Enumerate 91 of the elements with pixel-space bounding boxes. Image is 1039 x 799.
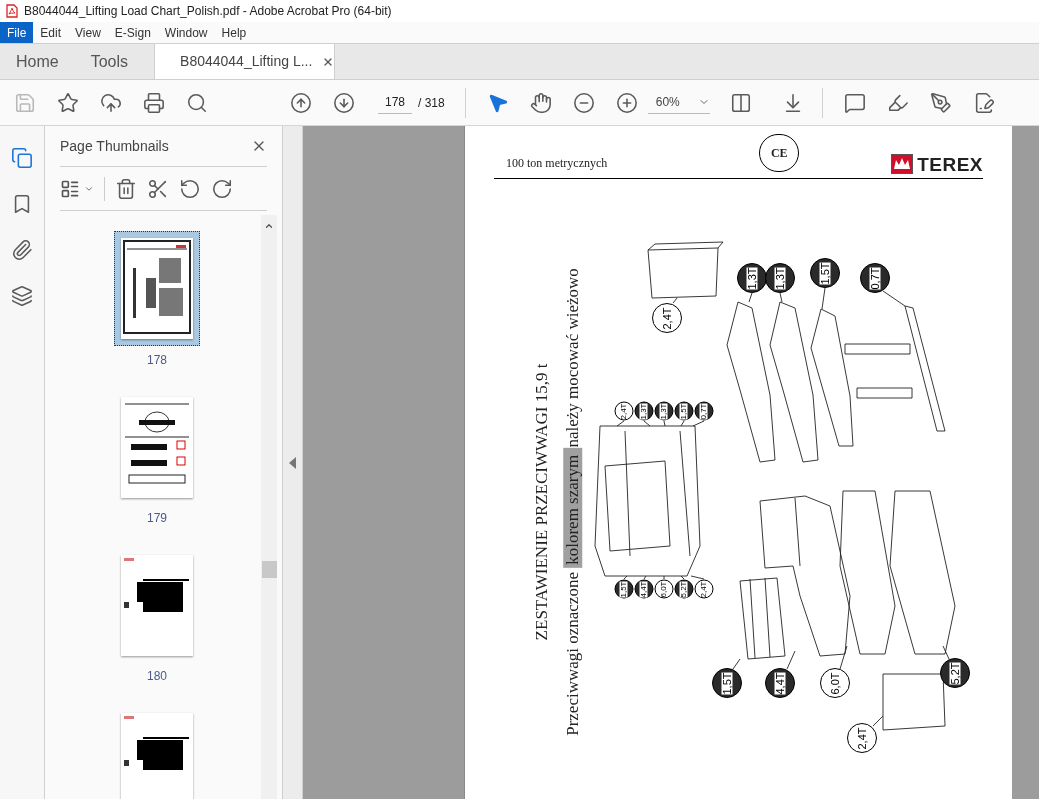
pen-icon[interactable] bbox=[929, 91, 952, 114]
cloud-upload-icon[interactable] bbox=[100, 91, 122, 114]
menu-item[interactable]: Help bbox=[214, 22, 254, 43]
zoom-out-icon[interactable] bbox=[572, 91, 595, 114]
list-options-icon[interactable] bbox=[60, 178, 80, 199]
menu-item[interactable]: File bbox=[0, 22, 34, 43]
leader-line bbox=[748, 292, 753, 303]
weight-callout: 1,3T bbox=[765, 263, 795, 293]
zoom-in-icon[interactable] bbox=[615, 91, 638, 114]
scrollbar[interactable] bbox=[261, 215, 277, 799]
scroll-thumb[interactable] bbox=[261, 561, 277, 578]
leader-line bbox=[616, 420, 625, 427]
leader-line bbox=[663, 575, 665, 580]
page-number-label: 179 bbox=[147, 511, 167, 525]
document-tab[interactable]: B8044044_Lifting L... bbox=[154, 44, 336, 79]
weight-callout: 1,5T bbox=[674, 401, 694, 421]
weight-callout: 4,4T bbox=[634, 579, 654, 599]
weight-callout: 5,2T bbox=[674, 579, 694, 599]
weight-callout: 4,4T bbox=[765, 668, 795, 698]
page-count: / 318 bbox=[418, 94, 445, 112]
leader-line bbox=[821, 287, 826, 310]
box-drawing bbox=[882, 673, 946, 731]
paperclip-icon[interactable] bbox=[11, 239, 33, 261]
leader-line bbox=[692, 420, 705, 427]
weight-callout: 2,4T bbox=[652, 303, 682, 333]
leader-line bbox=[680, 575, 685, 580]
leader-line bbox=[942, 645, 950, 660]
weight-callout: 6,0T bbox=[820, 668, 850, 698]
page-thumbnail[interactable] bbox=[121, 397, 193, 498]
weight-callout: 1,5T bbox=[614, 579, 634, 599]
weight-callout: 1,3T bbox=[654, 401, 674, 421]
layers-icon[interactable] bbox=[11, 285, 33, 307]
page-number-label: 178 bbox=[147, 353, 167, 367]
leader-line bbox=[643, 575, 647, 580]
star-icon[interactable] bbox=[57, 91, 79, 114]
leader-line bbox=[672, 297, 678, 304]
leader-line bbox=[663, 420, 666, 427]
document-subtitle: Przeciwwagi oznaczone kolorem szarym należy mocować wieżowo bbox=[562, 268, 584, 736]
leader-line bbox=[882, 290, 906, 307]
page-thumbnail[interactable] bbox=[121, 555, 193, 656]
weight-callout: 1,3T bbox=[737, 263, 767, 293]
weight-callout: 5,2T bbox=[940, 658, 970, 688]
crown-logo-icon bbox=[891, 154, 914, 174]
rotate-left-icon[interactable] bbox=[179, 177, 201, 200]
document-title: ZESTAWIENIE PRZECIWWAGI 15,9 t bbox=[531, 363, 553, 641]
arrow-up-icon[interactable] bbox=[290, 91, 312, 114]
pdf-file-icon bbox=[6, 4, 18, 18]
leader-line bbox=[839, 645, 848, 670]
menu-item[interactable]: View bbox=[68, 22, 108, 43]
weight-callout: 1,5T bbox=[712, 668, 742, 698]
tab[interactable]: Tools bbox=[74, 44, 145, 79]
page-header-text: 100 ton metrycznych bbox=[506, 155, 608, 172]
leader-line bbox=[690, 575, 705, 580]
selected-thumbnail-frame[interactable] bbox=[114, 231, 200, 346]
leader-line bbox=[732, 658, 741, 670]
panel-title: Page Thumbnails bbox=[60, 136, 169, 156]
page-number-label: 180 bbox=[147, 669, 167, 683]
print-icon[interactable] bbox=[143, 91, 165, 114]
page-thumbnail[interactable] bbox=[121, 713, 193, 799]
menu-item[interactable]: Edit bbox=[33, 22, 69, 43]
leader-line bbox=[786, 650, 796, 670]
weight-callout: 1,5T bbox=[810, 258, 840, 288]
weight-callout: 2,4T bbox=[847, 723, 877, 753]
tab[interactable]: Home bbox=[0, 44, 75, 79]
window-title: B8044044_Lifting Load Chart_Polish.pdf - Adobe Acrobat Pro (64-bit) bbox=[24, 3, 392, 20]
scroll-up-icon[interactable] bbox=[264, 221, 274, 231]
leader-line bbox=[779, 292, 783, 303]
menu-item[interactable]: E-Sign bbox=[107, 22, 158, 43]
comment-icon[interactable] bbox=[843, 91, 866, 114]
weight-callout: 6,0T bbox=[654, 579, 674, 599]
brand-logo: TEREX bbox=[917, 154, 983, 174]
arrow-down-icon[interactable] bbox=[333, 91, 355, 114]
trash-icon[interactable] bbox=[115, 177, 137, 200]
page-thumbnail[interactable] bbox=[121, 238, 193, 339]
weight-callout: 1,3T bbox=[634, 401, 654, 421]
menu-item[interactable]: Window bbox=[157, 22, 215, 43]
leader-line bbox=[872, 715, 884, 727]
leader-line bbox=[623, 575, 628, 580]
weight-callout: 2,4T bbox=[614, 401, 634, 421]
rotate-right-icon[interactable] bbox=[211, 177, 233, 200]
leader-line bbox=[680, 420, 685, 427]
leader-line bbox=[643, 420, 651, 427]
zoom-dropdown[interactable]: 60% bbox=[647, 91, 710, 114]
hand-icon[interactable] bbox=[529, 91, 552, 114]
weight-callout: 0,7T bbox=[860, 263, 890, 293]
weight-callout: 2,4T bbox=[694, 579, 714, 599]
search-icon[interactable] bbox=[186, 91, 208, 114]
collapse-arrow-icon[interactable] bbox=[289, 456, 296, 469]
page-number-field[interactable]: 178 bbox=[378, 91, 412, 114]
weight-callout: 0,7T bbox=[694, 401, 714, 421]
pages-icon[interactable] bbox=[11, 147, 33, 169]
